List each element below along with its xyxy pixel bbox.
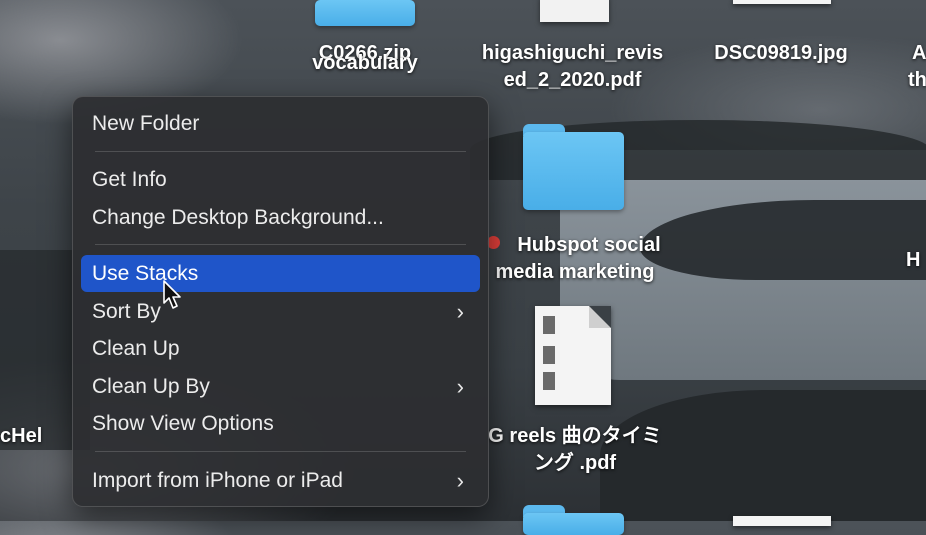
menu-item-clean-up-by[interactable]: Clean Up By › [81,368,480,405]
menu-item-label: New Folder [92,112,200,135]
desktop-item-label[interactable]: DSC09819.jpg [700,40,862,67]
desktop-item-label-line: higashiguchi_revis [481,42,664,64]
image-file-icon[interactable] [733,0,831,4]
desktop-item-label[interactable]: vocabulary [300,50,430,77]
desktop-item-label-partial[interactable]: th [908,67,926,94]
menu-item-label: Sort By [92,300,161,323]
context-menu: New Folder Get Info Change Desktop Backg… [72,96,489,507]
menu-item-show-view-options[interactable]: Show View Options [81,405,480,442]
desktop-item-label-line: Hubspot social [517,234,661,256]
menu-separator [95,244,466,245]
pdf-file-icon[interactable] [535,306,611,405]
menu-item-label: Change Desktop Background... [92,206,384,229]
file-icon[interactable] [733,516,831,526]
menu-item-new-folder[interactable]: New Folder [81,105,480,142]
menu-separator [95,151,466,152]
menu-separator [95,451,466,452]
menu-item-label: Clean Up By [92,375,210,398]
chevron-right-icon: › [456,374,464,399]
menu-item-use-stacks[interactable]: Use Stacks [81,255,480,292]
menu-item-sort-by[interactable]: Sort By › [81,293,480,330]
menu-item-label: Clean Up [92,337,180,360]
desktop-item-label-partial[interactable]: H [906,247,926,274]
menu-item-label: Show View Options [92,412,274,435]
mouse-pointer-icon [163,280,181,309]
menu-item-get-info[interactable]: Get Info [81,161,480,198]
desktop-item-label-partial[interactable]: A [912,40,926,67]
menu-item-clean-up[interactable]: Clean Up [81,330,480,367]
folder-icon[interactable] [315,0,415,26]
chevron-right-icon: › [456,299,464,324]
desktop-item-label-line: G reels 曲のタイミ [488,425,662,447]
chevron-right-icon: › [456,468,464,493]
folder-icon[interactable] [523,505,624,535]
menu-item-label: Import from iPhone or iPad [92,469,343,492]
desktop-item-label-line: ング .pdf [533,452,617,474]
menu-item-label: Get Info [92,168,167,191]
desktop-item-label[interactable]: Hubspot social media marketing [480,232,670,286]
menu-item-import-from-iphone[interactable]: Import from iPhone or iPad › [81,462,480,499]
menu-item-change-desktop-background[interactable]: Change Desktop Background... [81,199,480,236]
desktop-item-label-line: media marketing [495,261,655,283]
desktop-item-label-line: ed_2_2020.pdf [503,69,642,91]
desktop-item-label[interactable]: higashiguchi_revis ed_2_2020.pdf [470,40,675,94]
folder-icon[interactable] [523,124,624,210]
desktop-item-label-partial[interactable]: cHel [0,423,45,450]
desktop-item-label[interactable]: G reels 曲のタイミ ング .pdf [480,423,670,477]
pdf-file-icon[interactable] [540,0,609,22]
